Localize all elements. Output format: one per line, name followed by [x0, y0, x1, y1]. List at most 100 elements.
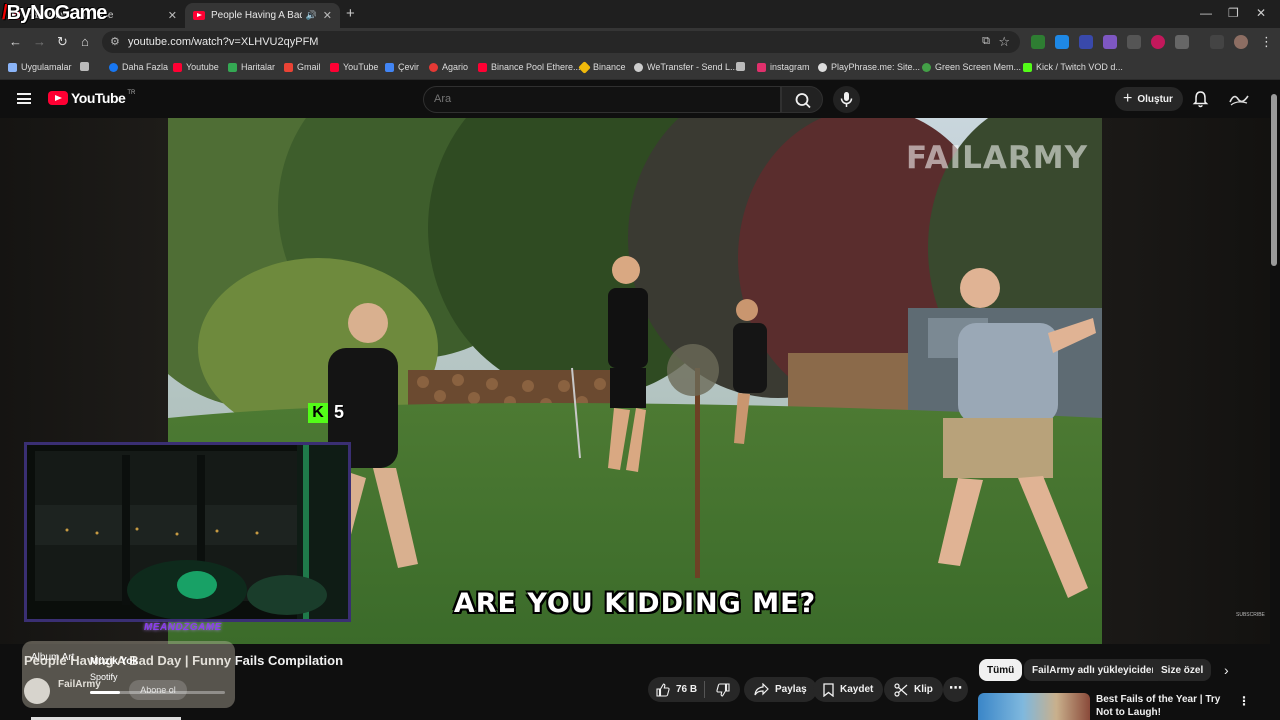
bookmark-item[interactable]: Çevir: [385, 62, 419, 72]
browser-toolbar: ← → ↻ ⌂ ⚙ youtube.com/watch?v=XLHVU2qyPF…: [0, 28, 1280, 56]
restore-icon[interactable]: ❐: [1228, 6, 1239, 20]
share-icon: [754, 683, 769, 696]
recommended-title[interactable]: Best Fails of the Year | Try Not to Laug…: [1096, 693, 1228, 719]
kick-icon: [1023, 62, 1032, 72]
agario-icon: [429, 62, 438, 72]
kebab-menu-icon[interactable]: ⋮: [1260, 34, 1273, 50]
subscribe-watermark[interactable]: SUBSCRIBE: [1236, 612, 1265, 618]
facebook-icon: [109, 62, 118, 72]
recommended-menu-icon[interactable]: ⋮: [1238, 694, 1250, 708]
chip-all[interactable]: Tümü: [979, 659, 1023, 681]
create-button[interactable]: + Oluştur: [1115, 87, 1183, 111]
new-tab-button[interactable]: +: [346, 5, 355, 22]
bookmark-item[interactable]: Kick / Twitch VOD d...: [1023, 62, 1123, 72]
instagram-icon: [757, 62, 766, 72]
youtube-icon: [330, 62, 339, 72]
home-icon[interactable]: ⌂: [81, 34, 89, 49]
maps-icon: [228, 62, 237, 72]
account-avatar[interactable]: [1229, 91, 1249, 107]
song-progress-fill: [90, 691, 120, 694]
url-text[interactable]: youtube.com/watch?v=XLHVU2qyPFM: [128, 36, 318, 48]
bookmark-item[interactable]: Uygulamalar: [8, 62, 72, 72]
close-tab-icon[interactable]: ✕: [168, 9, 177, 22]
search-input[interactable]: [434, 93, 764, 105]
bookmark-item[interactable]: Haritalar: [228, 62, 275, 72]
notifications-bell-icon[interactable]: [1192, 90, 1209, 108]
subscribe-button[interactable]: Abone ol: [129, 680, 187, 700]
kick-viewer-badge: K 5: [308, 402, 344, 423]
stream-brand-overlay: /ByNoGame: [2, 2, 107, 25]
region-code: TR: [127, 90, 136, 96]
site-info-icon[interactable]: ⚙: [110, 35, 120, 48]
reload-icon[interactable]: ↻: [57, 34, 68, 50]
save-button[interactable]: Kaydet: [813, 677, 884, 702]
bookmark-item[interactable]: PlayPhrase.me: Site...: [818, 62, 920, 72]
chip-from-uploader[interactable]: FailArmy adlı yükleyiciden: [1024, 659, 1166, 681]
viewer-count: 5: [334, 402, 345, 422]
share-button[interactable]: Paylaş: [744, 677, 817, 702]
address-bar[interactable]: ⚙ youtube.com/watch?v=XLHVU2qyPFM ⧉ ☆: [102, 31, 1020, 53]
close-window-icon[interactable]: ✕: [1256, 6, 1266, 20]
bookmark-item[interactable]: Binance: [578, 60, 626, 74]
page-scrollbar[interactable]: [1271, 88, 1277, 720]
binance-icon: [578, 60, 591, 74]
player-app-name: Spotify: [90, 672, 118, 682]
media-control-icon[interactable]: [1210, 35, 1224, 49]
bookmark-item[interactable]: Gmail: [284, 62, 321, 72]
youtube-icon: [173, 62, 182, 72]
extension-icon[interactable]: [1127, 35, 1141, 49]
bookmark-item[interactable]: Youtube: [173, 62, 219, 72]
logo-wordmark: YouTube: [71, 90, 126, 106]
youtube-play-icon: [48, 91, 68, 105]
youtube-favicon-icon: [193, 11, 205, 20]
more-actions-button[interactable]: ⋯: [943, 677, 968, 702]
close-tab-icon[interactable]: ✕: [323, 9, 332, 22]
apps-icon: [8, 62, 17, 72]
minimize-icon[interactable]: —: [1200, 6, 1212, 20]
thumbs-up-icon: [656, 682, 670, 697]
dislike-button[interactable]: [705, 677, 740, 702]
extension-icon[interactable]: [1103, 35, 1117, 49]
create-label: Oluştur: [1137, 93, 1173, 105]
tab-current-video[interactable]: People Having A Bad Day | Funny Fails Co…: [185, 3, 340, 28]
chip-for-you[interactable]: Size özel: [1153, 659, 1212, 681]
translate-icon: [385, 62, 394, 72]
recommended-thumbnail[interactable]: [978, 693, 1090, 720]
extension-icon[interactable]: [1079, 35, 1093, 49]
voice-search-button[interactable]: [833, 86, 860, 113]
streamer-webcam-overlay: [24, 442, 351, 622]
playphrase-icon: [818, 62, 827, 72]
tab-title: People Having A Bad Day | Funny Fails Co…: [211, 10, 302, 21]
back-icon[interactable]: ←: [9, 34, 22, 49]
bookmark-item[interactable]: Binance Pool Ethere...: [478, 62, 581, 72]
extension-icon[interactable]: [1151, 35, 1165, 49]
bookmark-item[interactable]: instagram: [757, 62, 810, 72]
bookmark-folder-icon[interactable]: [736, 62, 749, 71]
profile-avatar-icon[interactable]: [1234, 35, 1248, 49]
hamburger-menu-icon[interactable]: [17, 93, 31, 104]
bookmark-item[interactable]: YouTube: [330, 62, 378, 72]
chevron-right-icon[interactable]: ›: [1224, 662, 1229, 678]
greenscreen-icon: [922, 62, 931, 72]
wetransfer-icon: [634, 62, 643, 72]
puzzle-extensions-icon[interactable]: [1175, 35, 1189, 49]
search-box[interactable]: [423, 86, 781, 113]
forward-icon[interactable]: →: [33, 34, 46, 49]
translate-extension-icon[interactable]: [1055, 35, 1069, 49]
extension-icon[interactable]: [1031, 35, 1045, 49]
webcam-feed: [27, 445, 348, 619]
bookmark-grid-icon[interactable]: [80, 62, 93, 71]
like-button[interactable]: 76 B: [648, 677, 704, 702]
bookmark-item[interactable]: WeTransfer - Send L...: [634, 62, 738, 72]
song-title: Müzik Yok: [90, 656, 138, 667]
speaker-icon[interactable]: 🔊: [306, 10, 317, 21]
bookmark-item[interactable]: Agario: [429, 62, 468, 72]
bookmark-item[interactable]: Green Screen Mem...: [922, 62, 1021, 72]
youtube-logo[interactable]: YouTube TR: [48, 90, 135, 106]
bookmark-star-icon[interactable]: ☆: [998, 34, 1010, 50]
bookmark-item[interactable]: Daha Fazla: [109, 62, 168, 72]
scrollbar-thumb[interactable]: [1271, 94, 1277, 266]
search-button[interactable]: [781, 86, 823, 113]
clip-button[interactable]: Klip: [884, 677, 943, 702]
install-app-icon[interactable]: ⧉: [982, 35, 990, 48]
